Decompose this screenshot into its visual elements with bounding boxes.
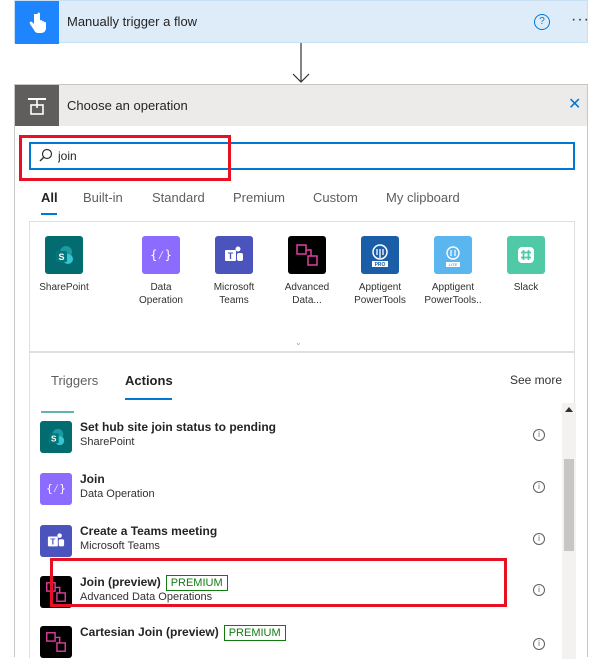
action-title: Cartesian Join (preview) PREMIUM <box>80 625 286 641</box>
expand-connectors-icon[interactable]: ⌄ <box>295 338 302 347</box>
scrollbar[interactable] <box>562 403 576 659</box>
trigger-card[interactable]: Manually trigger a flow ? ··· <box>14 0 590 44</box>
svg-text:S: S <box>51 435 57 444</box>
connector-sharepoint[interactable]: S SharePoint <box>28 236 100 294</box>
action-connector: Microsoft Teams <box>80 540 160 552</box>
svg-text:LITE: LITE <box>449 262 458 267</box>
close-icon[interactable]: ✕ <box>568 94 581 114</box>
see-more-link[interactable]: See more <box>510 373 562 387</box>
action-title: Set hub site join status to pending <box>80 420 277 434</box>
action-row[interactable]: Cartesian Join (preview) PREMIUM i <box>40 622 550 668</box>
operation-icon <box>15 85 59 126</box>
data-operation-icon: {⁄} <box>142 236 180 274</box>
svg-text:T: T <box>50 538 55 547</box>
svg-text:T: T <box>228 251 234 261</box>
svg-text:PRO: PRO <box>375 262 386 268</box>
active-tab-indicator <box>41 213 57 215</box>
scroll-up-icon[interactable] <box>565 407 573 412</box>
tab-my-clipboard[interactable]: My clipboard <box>386 190 460 205</box>
highlight-join <box>50 558 507 607</box>
tab-premium[interactable]: Premium <box>233 190 285 205</box>
connector-apptigent-powertools[interactable]: PRO Apptigent PowerTools <box>344 236 416 307</box>
tab-standard[interactable]: Standard <box>152 190 205 205</box>
sharepoint-icon: S <box>40 421 72 453</box>
more-options-icon[interactable]: ··· <box>571 11 590 29</box>
highlight-search <box>19 135 231 181</box>
info-icon[interactable]: i <box>533 481 545 493</box>
connector-label: Apptigent PowerTools <box>354 282 406 306</box>
premium-badge: PREMIUM <box>223 625 286 641</box>
connector-slack[interactable]: Slack <box>490 236 562 294</box>
apptigent-lite-icon: LITE <box>434 236 472 274</box>
apptigent-pro-icon: PRO <box>361 236 399 274</box>
action-title: Create a Teams meeting <box>80 524 218 538</box>
operation-title: Choose an operation <box>67 98 188 113</box>
info-icon[interactable]: i <box>533 429 545 441</box>
active-subtab-indicator <box>125 398 172 400</box>
help-icon[interactable]: ? <box>534 14 550 30</box>
advanced-data-icon <box>288 236 326 274</box>
tab-actions[interactable]: Actions <box>125 373 173 388</box>
connector-label: Microsoft Teams <box>213 282 255 306</box>
choose-operation-card: Choose an operation ✕ All Built-in Stand… <box>14 84 588 659</box>
connector-label: Apptigent PowerTools.. <box>424 282 482 306</box>
connectors-panel: S SharePoint {⁄} Data Operation T Microso… <box>29 221 575 352</box>
info-icon[interactable]: i <box>533 584 545 596</box>
trigger-title: Manually trigger a flow <box>67 14 198 29</box>
connector-label: Data Operation <box>139 282 183 306</box>
operation-header: Choose an operation ✕ <box>15 85 587 126</box>
scroll-indicator <box>41 411 74 413</box>
tab-all[interactable]: All <box>41 190 58 205</box>
data-operation-icon: {⁄} <box>40 473 72 505</box>
slack-icon <box>507 236 545 274</box>
connector-data-operation[interactable]: {⁄} Data Operation <box>125 236 197 307</box>
action-connector: Data Operation <box>80 488 155 500</box>
scroll-thumb[interactable] <box>564 459 574 551</box>
teams-icon: T <box>215 236 253 274</box>
info-icon[interactable]: i <box>533 638 545 650</box>
tab-custom[interactable]: Custom <box>313 190 358 205</box>
connector-advanced-data[interactable]: Advanced Data... <box>271 236 343 307</box>
connector-apptigent-powertools-lite[interactable]: LITE Apptigent PowerTools.. <box>417 236 489 307</box>
action-title: Join <box>80 472 105 486</box>
connector-label: Slack <box>513 282 539 293</box>
advanced-data-icon <box>40 626 72 658</box>
action-row-join[interactable]: {⁄} Join Data Operation i <box>40 469 550 515</box>
hand-pointer-icon <box>15 1 59 44</box>
connector-microsoft-teams[interactable]: T Microsoft Teams <box>198 236 270 307</box>
teams-icon: T <box>40 525 72 557</box>
action-row[interactable]: S Set hub site join status to pending Sh… <box>40 417 550 463</box>
connector-label: SharePoint <box>39 282 89 293</box>
tab-built-in[interactable]: Built-in <box>83 190 123 205</box>
connector-label: Advanced Data... <box>284 282 330 306</box>
info-icon[interactable]: i <box>533 533 545 545</box>
tab-triggers[interactable]: Triggers <box>51 373 98 388</box>
svg-text:S: S <box>58 252 64 262</box>
actions-panel: Triggers Actions See more S Set hub site… <box>29 352 576 659</box>
sharepoint-icon: S <box>45 236 83 274</box>
down-arrow-icon <box>292 43 310 83</box>
action-connector: SharePoint <box>80 436 135 448</box>
